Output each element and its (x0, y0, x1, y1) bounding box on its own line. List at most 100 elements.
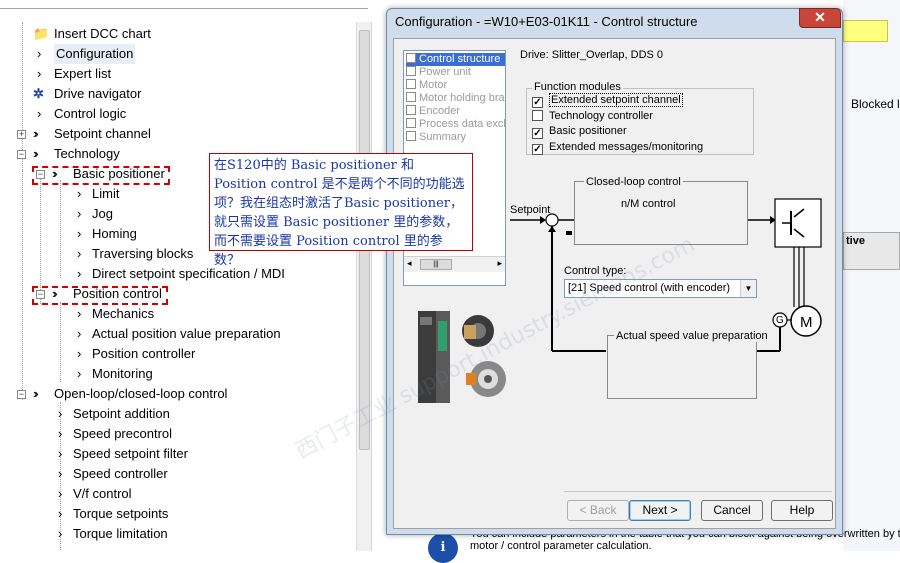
tree-item-actual-position-value-preparation[interactable]: › Actual position value preparation (0, 324, 356, 344)
tree-item-mechanics[interactable]: › Mechanics (0, 304, 356, 324)
chevron-right-icon: › (37, 66, 42, 81)
tree-item-torque-limitation[interactable]: › Torque limitation (0, 524, 356, 544)
cancel-button[interactable]: Cancel (701, 500, 763, 521)
encoder-label: G (776, 315, 784, 326)
chevron-right-icon: › (37, 106, 42, 121)
tree-item-setpoint-addition[interactable]: › Setpoint addition (0, 404, 356, 424)
checkbox-checked-icon[interactable]: ✓ (532, 97, 543, 108)
tree-item-torque-setpoints[interactable]: › Torque setpoints (0, 504, 356, 524)
tree-scrollbar[interactable] (356, 22, 371, 551)
tree-item-label: Traversing blocks (92, 246, 194, 261)
tree-item-label: Basic positioner (73, 166, 165, 181)
control-type-label: Control type: (564, 265, 627, 277)
drive-label: Drive: Slitter_Overlap, DDS 0 (520, 49, 664, 61)
chevron-right-icon: › (58, 446, 63, 461)
scroll-left-icon[interactable]: ◂ (407, 258, 412, 269)
tree-item-label: Limit (92, 186, 120, 201)
dialog-title: Configuration - =W10+E03-01K11 - Control… (395, 14, 698, 29)
tree-item-open-closed-loop-control[interactable]: − ›› Open-loop/closed-loop control (0, 384, 356, 404)
button-separator (564, 491, 832, 492)
chevron-right-icon: › (58, 426, 63, 441)
fm-technology-controller[interactable]: Technology controller (532, 109, 653, 123)
chevron-right-icon: › (77, 266, 82, 281)
fm-basic-positioner[interactable]: ✓ Basic positioner (532, 124, 627, 139)
tree-item-insert-dcc-chart[interactable]: 📁 Insert DCC chart (0, 24, 356, 44)
function-modules-group: Function modules ✓ Extended setpoint chan… (526, 81, 754, 155)
tree-item-speed-setpoint-filter[interactable]: › Speed setpoint filter (0, 444, 356, 464)
steps-horizontal-scrollbar[interactable]: ◂ ||| ▸ (404, 256, 505, 272)
control-type-select[interactable]: [21] Speed control (with encoder) ▼ (564, 279, 757, 298)
dcc-chart-icon: 📁 (33, 26, 50, 41)
tree-item-label: Actual position value preparation (92, 326, 281, 341)
tree-item-configuration[interactable]: › Configuration (0, 44, 356, 64)
tree-item-label: Technology (54, 146, 120, 161)
tree-item-monitoring[interactable]: › Monitoring (0, 364, 356, 384)
step-control-structure[interactable]: Control structure (406, 53, 505, 66)
project-tree[interactable]: 📁 Insert DCC chart › Configuration › Exp… (0, 22, 372, 551)
chevron-right-icon: › (58, 466, 63, 481)
dropdown-arrow-icon[interactable]: ▼ (740, 280, 756, 297)
step-motor[interactable]: Motor (406, 79, 447, 92)
checkbox-checked-icon[interactable]: ✓ (532, 144, 543, 155)
motor-label: M (800, 314, 813, 331)
tree-item-position-control[interactable]: − ›› Position control (0, 284, 356, 304)
tree-item-label: Speed precontrol (73, 426, 173, 441)
background-window: Blocked lis tive (843, 0, 900, 551)
tree-item-label: Insert DCC chart (54, 26, 151, 41)
drive-hardware-image (418, 311, 506, 403)
tree-item-vf-control[interactable]: › V/f control (0, 484, 356, 504)
tree-item-label: Setpoint channel (54, 126, 151, 141)
collapse-icon[interactable]: − (17, 390, 26, 399)
tree-item-speed-precontrol[interactable]: › Speed precontrol (0, 424, 356, 444)
tree-item-drive-navigator[interactable]: ✲ Drive navigator (0, 84, 356, 104)
collapse-icon[interactable]: − (36, 170, 45, 179)
step-summary[interactable]: Summary (406, 131, 466, 144)
checkbox-checked-icon[interactable]: ✓ (532, 128, 543, 139)
fm-extended-setpoint-channel[interactable]: ✓ Extended setpoint channel (532, 93, 683, 108)
double-chevron-icon: ›› (52, 286, 57, 301)
fm-extended-messages-monitoring[interactable]: ✓ Extended messages/monitoring (532, 140, 703, 155)
tree-item-label: Control logic (54, 106, 127, 121)
double-chevron-icon: ›› (33, 146, 38, 161)
chevron-right-icon: › (77, 366, 82, 381)
tree-item-label: Drive navigator (54, 86, 142, 101)
close-button[interactable]: ✕ (799, 8, 841, 28)
expand-icon[interactable]: + (17, 130, 26, 139)
chevron-right-icon: › (77, 206, 82, 221)
tree-item-setpoint-channel[interactable]: + ›› Setpoint channel (0, 124, 356, 144)
chevron-right-icon: › (58, 506, 63, 521)
scrollbar-thumb[interactable]: ||| (420, 259, 452, 270)
step-power-unit[interactable]: Power unit (406, 66, 471, 79)
tree-item-label: Homing (92, 226, 137, 241)
tree-item-expert-list[interactable]: › Expert list (0, 64, 356, 84)
function-modules-caption: Function modules (532, 81, 623, 93)
blocked-list-label: Blocked lis (851, 97, 900, 111)
actual-speed-box: Actual speed value preparation (607, 330, 770, 399)
chevron-right-icon: › (58, 486, 63, 501)
collapse-icon[interactable]: − (17, 150, 26, 159)
tree-item-label: Mechanics (92, 306, 155, 321)
tree-top-border (0, 0, 372, 22)
checkbox-unchecked-icon[interactable] (532, 110, 543, 121)
double-chevron-icon: ›› (33, 386, 38, 401)
tree-item-label: Setpoint addition (73, 406, 170, 421)
collapse-icon[interactable]: − (36, 290, 45, 299)
help-button[interactable]: Help (771, 500, 833, 521)
tree-item-speed-controller[interactable]: › Speed controller (0, 464, 356, 484)
back-button[interactable]: < Back (567, 500, 629, 521)
step-motor-holding-brake[interactable]: Motor holding brake (406, 92, 505, 105)
next-button[interactable]: Next > (629, 500, 691, 521)
tree-item-label: Torque limitation (73, 526, 168, 541)
tree-item-control-logic[interactable]: › Control logic (0, 104, 356, 124)
tree-item-label: Monitoring (92, 366, 153, 381)
background-table-header: tive (843, 232, 900, 270)
step-encoder[interactable]: Encoder (406, 105, 460, 118)
chevron-right-icon: › (58, 526, 63, 541)
tree-item-direct-setpoint-mdi[interactable]: › Direct setpoint specification / MDI (0, 264, 356, 284)
chevron-right-icon: › (77, 186, 82, 201)
tree-item-label: Open-loop/closed-loop control (54, 386, 228, 401)
scroll-right-icon[interactable]: ▸ (497, 258, 502, 269)
background-button[interactable] (843, 20, 888, 42)
tree-item-position-controller[interactable]: › Position controller (0, 344, 356, 364)
step-process-data-exchange[interactable]: Process data exchange (406, 118, 505, 131)
